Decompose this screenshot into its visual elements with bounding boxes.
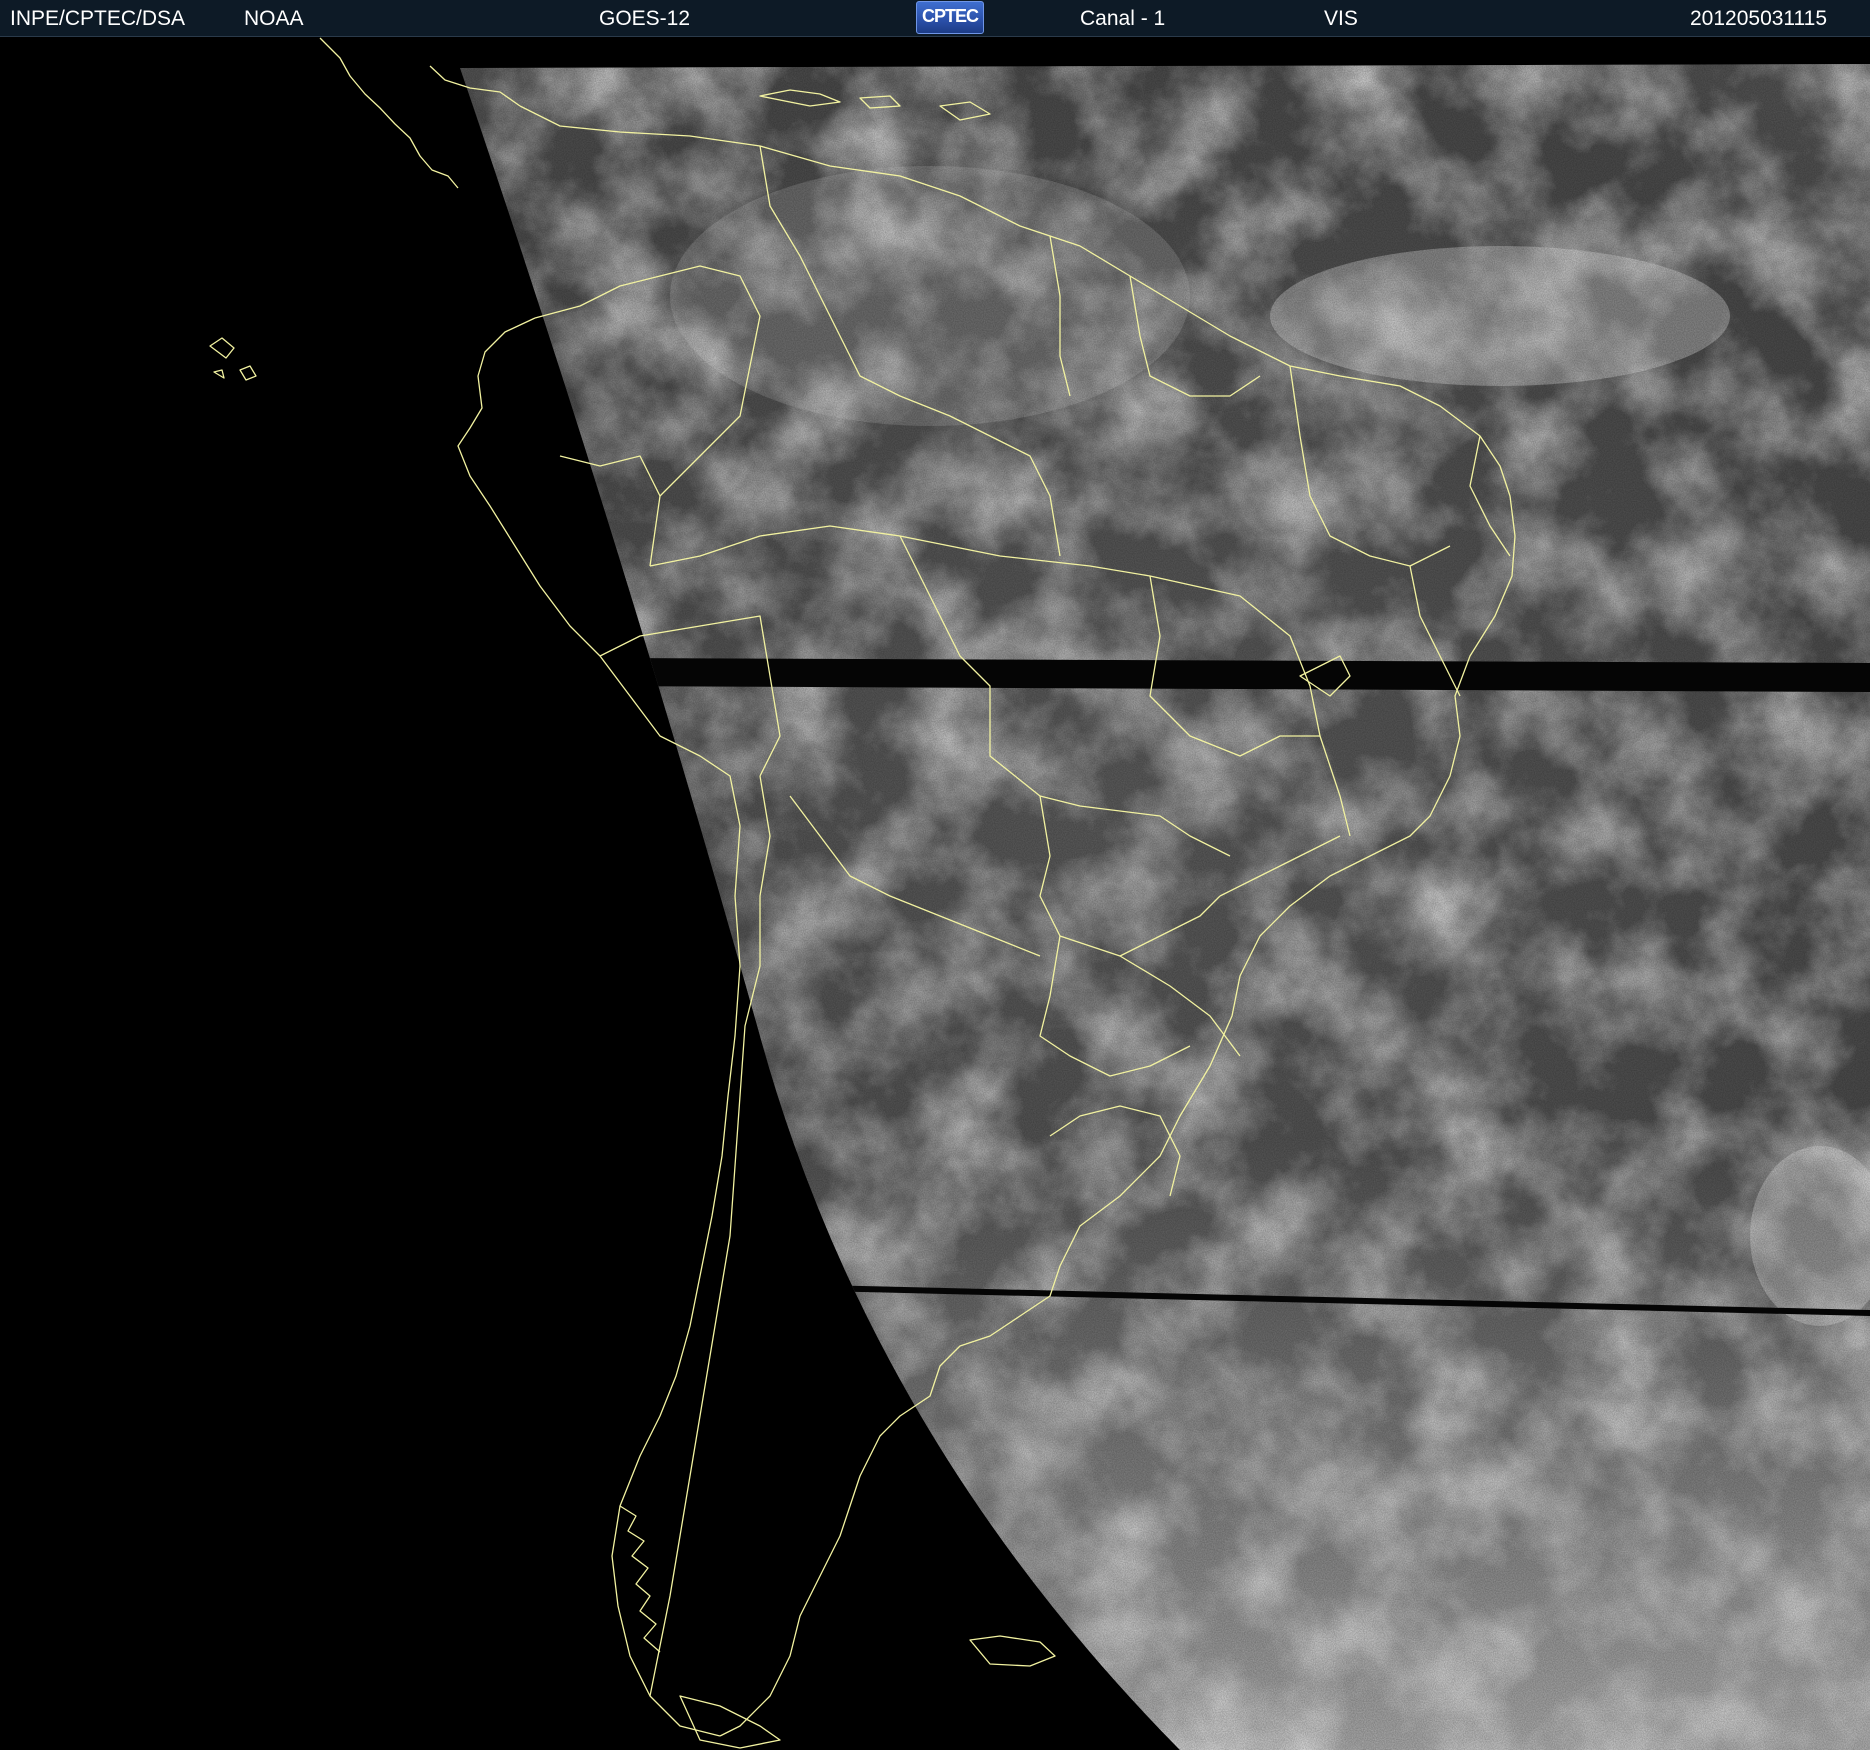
satellite-image	[0, 36, 1870, 1750]
earth-disk	[460, 64, 1870, 1750]
band-label: VIS	[1324, 7, 1358, 30]
central-america-coast	[319, 37, 459, 189]
galapagos-islands	[209, 337, 257, 381]
falkland-islands	[969, 1635, 1056, 1667]
satellite-image-svg	[209, 37, 1870, 1750]
logo-text: CPTEC	[921, 6, 979, 26]
tierra-del-fuego	[679, 1695, 781, 1749]
timestamp-label: 201205031115	[1690, 7, 1828, 30]
agency-label: INPE/CPTEC/DSA	[10, 7, 186, 30]
channel-label: Canal - 1	[1080, 7, 1166, 30]
cptec-logo: CPTEC	[916, 1, 984, 34]
satellite-label: GOES-12	[599, 7, 691, 30]
partner-label: NOAA	[244, 7, 304, 30]
grain-layer	[460, 64, 1870, 1750]
chile-fjords	[619, 1505, 661, 1653]
header-bar: INPE/CPTEC/DSA NOAA GOES-12 CPTEC Canal …	[0, 0, 1870, 37]
